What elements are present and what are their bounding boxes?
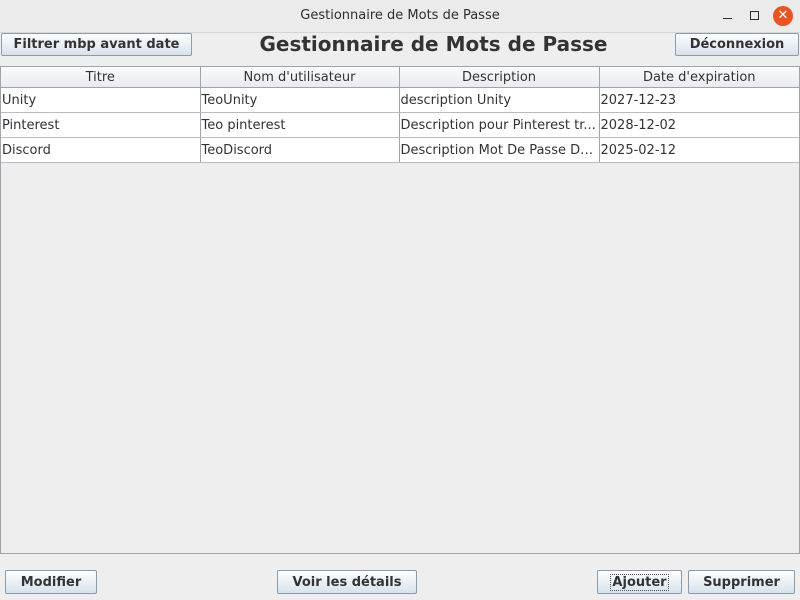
window-titlebar: Gestionnaire de Mots de Passe ✕ — [0, 0, 800, 33]
cell-username[interactable]: TeoUnity — [200, 87, 400, 113]
cell-expiration[interactable]: 2025-02-12 — [599, 137, 799, 163]
window-title: Gestionnaire de Mots de Passe — [300, 8, 500, 23]
table-row[interactable]: Discord TeoDiscord Description Mot De Pa… — [1, 137, 799, 163]
cell-description[interactable]: Description Mot De Passe Dis... — [399, 137, 600, 163]
minimize-button[interactable] — [718, 6, 738, 26]
cell-titre[interactable]: Pinterest — [1, 112, 201, 138]
add-button-label: Ajouter — [610, 573, 669, 591]
cell-expiration[interactable]: 2027-12-23 — [599, 87, 799, 113]
delete-button[interactable]: Supprimer — [688, 570, 795, 594]
column-header-titre[interactable]: Titre — [1, 67, 201, 88]
column-header-description[interactable]: Description — [399, 67, 600, 88]
table-header-row: Titre Nom d'utilisateur Description Date… — [1, 67, 799, 88]
cell-description[interactable]: description Unity — [399, 87, 600, 113]
column-header-expiration[interactable]: Date d'expiration — [599, 67, 799, 88]
column-header-username[interactable]: Nom d'utilisateur — [200, 67, 400, 88]
modify-button[interactable]: Modifier — [5, 570, 97, 594]
page-title: Gestionnaire de Mots de Passe — [259, 32, 608, 56]
cell-username[interactable]: Teo pinterest — [200, 112, 400, 138]
cell-username[interactable]: TeoDiscord — [200, 137, 400, 163]
cell-expiration[interactable]: 2028-12-02 — [599, 112, 799, 138]
cell-titre[interactable]: Discord — [1, 137, 201, 163]
cell-titre[interactable]: Unity — [1, 87, 201, 113]
view-details-button[interactable]: Voir les détails — [277, 570, 417, 594]
close-button[interactable]: ✕ — [773, 6, 793, 26]
filter-before-date-button[interactable]: Filtrer mbp avant date — [1, 33, 192, 56]
table-row[interactable]: Pinterest Teo pinterest Description pour… — [1, 112, 799, 138]
maximize-button[interactable] — [745, 6, 765, 26]
password-table-area: Titre Nom d'utilisateur Description Date… — [0, 66, 800, 554]
table-row[interactable]: Unity TeoUnity description Unity 2027-12… — [1, 87, 799, 113]
logout-button[interactable]: Déconnexion — [675, 33, 799, 56]
password-table: Titre Nom d'utilisateur Description Date… — [1, 67, 799, 163]
add-button[interactable]: Ajouter — [597, 570, 682, 594]
cell-description[interactable]: Description pour Pinterest tr... — [399, 112, 600, 138]
